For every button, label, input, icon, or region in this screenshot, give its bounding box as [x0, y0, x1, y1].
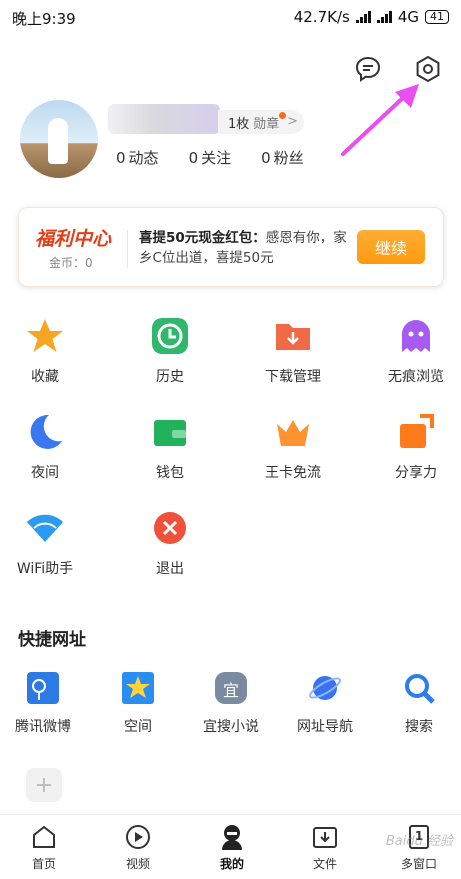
profile-stats: 0 动态 0 关注 0 粉丝: [116, 147, 304, 168]
crown-icon: [273, 412, 313, 452]
grid-item-wallet[interactable]: 钱包: [120, 412, 220, 482]
star-icon: [25, 316, 65, 356]
divider: [127, 230, 128, 268]
weibo-icon: [25, 670, 61, 706]
badge-count: 1枚: [228, 116, 250, 132]
tab-home[interactable]: 首页: [9, 823, 79, 872]
tab-label: 文件: [312, 857, 337, 871]
grid-item-label: 退出: [156, 561, 184, 577]
watermark: Baidu 经验: [385, 834, 453, 849]
network-type: 4G: [397, 8, 419, 26]
quick-link-search[interactable]: 搜索: [369, 670, 461, 736]
status-right: 42.7K/s 4G 41: [294, 8, 449, 26]
planet-icon: [307, 670, 343, 706]
continue-button[interactable]: 继续: [357, 230, 425, 264]
signal-icon-2: [376, 11, 392, 23]
grid-item-ghost[interactable]: 无痕浏览: [366, 316, 461, 386]
share-icon: [396, 412, 436, 452]
tab-label: 首页: [31, 857, 56, 871]
close-circle-icon: [150, 508, 190, 548]
grid-item-wifi[interactable]: WiFi助手: [0, 508, 95, 578]
annotation-arrow: [341, 84, 419, 156]
grid-item-clock[interactable]: 历史: [120, 316, 220, 386]
user-icon: [218, 823, 246, 851]
wallet-icon: [150, 412, 190, 452]
quick-link-qzone[interactable]: 空间: [88, 670, 188, 736]
welfare-center-logo: 福利中心: [35, 228, 112, 250]
qzone-icon: [120, 670, 156, 706]
yisou-icon: 宜: [213, 670, 249, 706]
grid-item-label: 分享力: [395, 465, 437, 481]
tab-label: 视频: [125, 857, 150, 871]
grid-item-label: 无痕浏览: [388, 369, 444, 385]
play-icon: [124, 823, 152, 851]
grid-item-label: 历史: [156, 369, 184, 385]
quick-link-label: 搜索: [405, 719, 433, 735]
signal-icon: [355, 11, 371, 23]
stat-posts[interactable]: 0 动态: [116, 147, 159, 168]
download-folder-icon: [273, 316, 313, 356]
clock-icon: [150, 316, 190, 356]
quick-link-label: 宜搜小说: [203, 719, 259, 735]
grid-item-label: 王卡免流: [265, 465, 321, 481]
grid-item-label: 收藏: [31, 369, 59, 385]
tab-user[interactable]: 我的: [197, 823, 267, 872]
username-blurred[interactable]: [108, 104, 220, 134]
notification-dot: [279, 112, 286, 119]
grid-item-moon[interactable]: 夜间: [0, 412, 95, 482]
quick-link-weibo[interactable]: 腾讯微博: [0, 670, 93, 736]
badge-label: 勋章: [253, 116, 280, 132]
quick-link-yisou[interactable]: 宜宜搜小说: [181, 670, 281, 736]
stat-followers[interactable]: 0 粉丝: [261, 147, 304, 168]
message-icon[interactable]: [353, 54, 383, 84]
grid-item-label: 钱包: [156, 465, 184, 481]
wifi-icon: [25, 508, 65, 548]
quick-link-label: 网址导航: [297, 719, 353, 735]
battery-icon: 41: [425, 10, 449, 24]
tab-label: 我的: [219, 857, 244, 871]
grid-item-label: 下载管理: [265, 369, 321, 385]
moon-icon: [25, 412, 65, 452]
status-bar: 晚上9:39 42.7K/s 4G 41: [0, 0, 461, 34]
grid-item-label: 夜间: [31, 465, 59, 481]
quick-link-label: 腾讯微博: [15, 719, 71, 735]
settings-icon[interactable]: [413, 54, 443, 84]
avatar[interactable]: [20, 100, 98, 178]
tab-file-download[interactable]: 文件: [290, 823, 360, 872]
grid-item-download-folder[interactable]: 下载管理: [243, 316, 343, 386]
top-actions: [353, 54, 443, 84]
home-icon: [30, 823, 58, 851]
grid-item-label: WiFi助手: [16, 561, 74, 577]
chevron-right-icon: >: [287, 114, 298, 129]
quick-links-title: 快捷网址: [18, 630, 86, 650]
grid-item-share[interactable]: 分享力: [366, 412, 461, 482]
search-icon: [401, 670, 437, 706]
quick-link-planet[interactable]: 网址导航: [275, 670, 375, 736]
network-speed: 42.7K/s: [293, 8, 350, 26]
medal-badge[interactable]: 1枚 勋章 >: [218, 110, 304, 134]
tab-label: 多窗口: [400, 857, 437, 871]
stat-following[interactable]: 0 关注: [189, 147, 232, 168]
grid-item-star[interactable]: 收藏: [0, 316, 95, 386]
promo-message: 喜提50元现金红包：感恩有你，家乡C位出道，喜提50元: [139, 230, 347, 266]
tab-play[interactable]: 视频: [103, 823, 173, 872]
add-shortcut-button[interactable]: +: [26, 768, 62, 802]
grid-item-close-circle[interactable]: 退出: [120, 508, 220, 578]
ghost-icon: [396, 316, 436, 356]
welfare-card[interactable]: 福利中心 金币：0 喜提50元现金红包：感恩有你，家乡C位出道，喜提50元 继续: [18, 207, 444, 287]
grid-item-crown[interactable]: 王卡免流: [243, 412, 343, 482]
status-time: 晚上9:39: [12, 10, 76, 28]
coin-balance: 金币：0: [49, 256, 93, 270]
file-download-icon: [311, 823, 339, 851]
yisou-glyph: 宜: [222, 681, 239, 700]
quick-link-label: 空间: [124, 719, 152, 735]
